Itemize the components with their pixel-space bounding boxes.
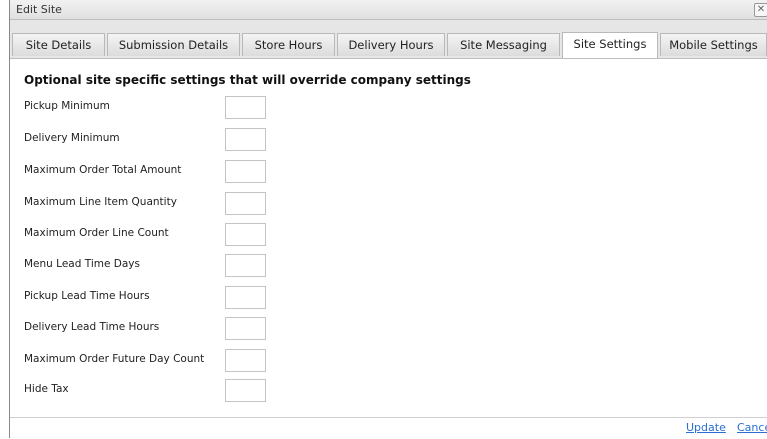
dialog-title: Edit Site <box>16 3 62 16</box>
edit-site-dialog: Edit Site ✕ Site Details Submission Deta… <box>9 0 767 439</box>
hide-tax-label: Hide Tax <box>24 383 69 395</box>
max-line-item-qty-input[interactable] <box>225 192 266 215</box>
tab-mobile-settings[interactable]: Mobile Settings <box>660 33 767 56</box>
hide-tax-input[interactable] <box>225 379 266 402</box>
pickup-minimum-input[interactable] <box>225 96 266 119</box>
max-order-total-label: Maximum Order Total Amount <box>24 164 182 176</box>
cancel-link[interactable]: Cance <box>737 421 767 434</box>
tab-delivery-hours[interactable]: Delivery Hours <box>337 33 445 56</box>
menu-lead-time-label: Menu Lead Time Days <box>24 258 140 270</box>
delivery-lead-time-label: Delivery Lead Time Hours <box>24 321 160 333</box>
max-order-line-count-input[interactable] <box>225 223 266 246</box>
max-order-total-input[interactable] <box>225 160 266 183</box>
section-heading: Optional site specific settings that wil… <box>24 73 471 87</box>
pickup-minimum-label: Pickup Minimum <box>24 100 110 112</box>
pickup-lead-time-label: Pickup Lead Time Hours <box>24 290 150 302</box>
tab-site-details[interactable]: Site Details <box>12 33 105 56</box>
delivery-lead-time-input[interactable] <box>225 317 266 340</box>
update-link[interactable]: Update <box>686 421 726 434</box>
delivery-minimum-input[interactable] <box>225 128 266 151</box>
close-icon[interactable]: ✕ <box>754 3 767 17</box>
tab-submission-details[interactable]: Submission Details <box>107 33 240 56</box>
menu-lead-time-input[interactable] <box>225 254 266 277</box>
max-future-day-count-label: Maximum Order Future Day Count <box>24 353 205 365</box>
tab-site-settings[interactable]: Site Settings <box>562 32 658 58</box>
max-order-line-count-label: Maximum Order Line Count <box>24 227 169 239</box>
max-future-day-count-input[interactable] <box>225 349 266 372</box>
dialog-footer: Update Cance <box>10 417 767 439</box>
tab-site-messaging[interactable]: Site Messaging <box>447 33 560 56</box>
tab-bar: Site Details Submission Details Store Ho… <box>10 20 767 59</box>
dialog-titlebar: Edit Site ✕ <box>10 0 767 20</box>
max-line-item-qty-label: Maximum Line Item Quantity <box>24 196 177 208</box>
delivery-minimum-label: Delivery Minimum <box>24 132 120 144</box>
pickup-lead-time-input[interactable] <box>225 286 266 309</box>
tab-store-hours[interactable]: Store Hours <box>242 33 335 56</box>
site-settings-panel: Optional site specific settings that wil… <box>10 59 767 417</box>
